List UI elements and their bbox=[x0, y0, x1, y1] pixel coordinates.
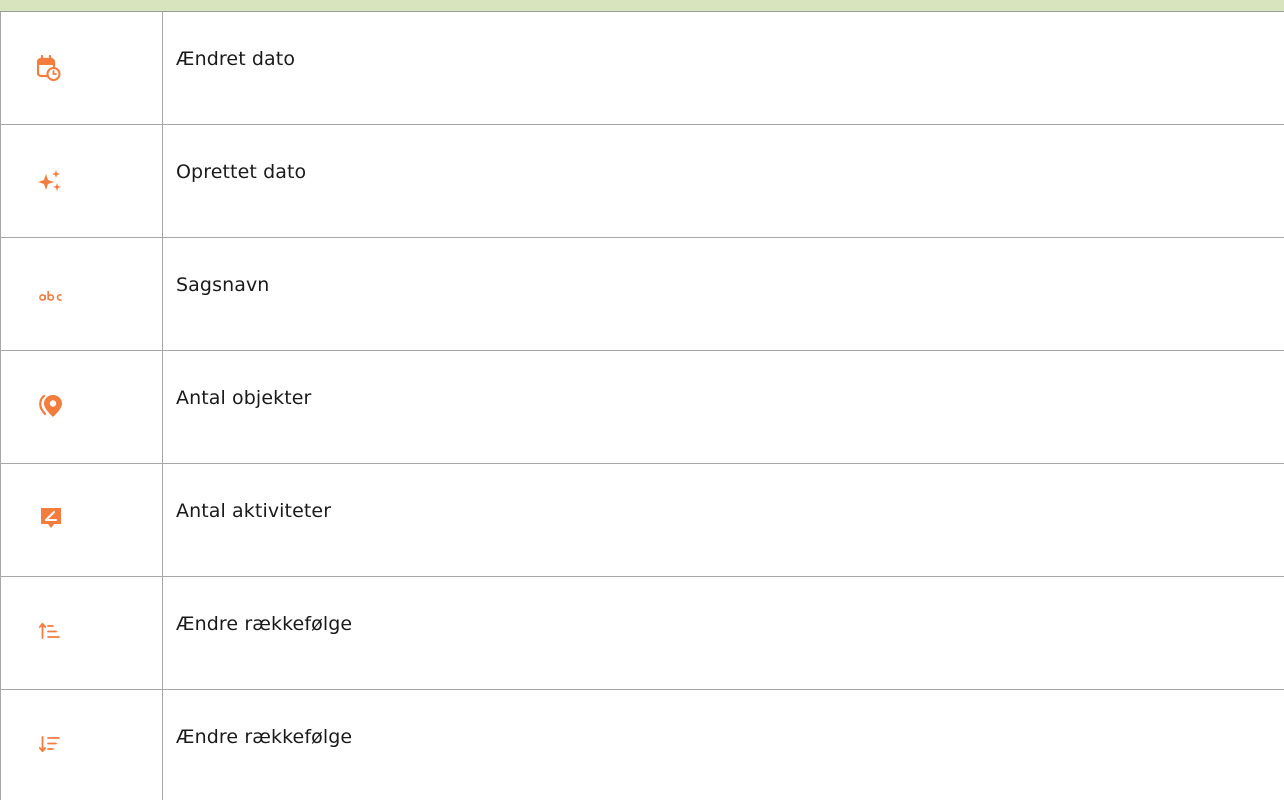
text-abc-icon bbox=[39, 291, 62, 301]
icon-cell bbox=[1, 464, 163, 576]
sort-descending-icon bbox=[39, 736, 60, 753]
message-edit-icon bbox=[41, 508, 61, 528]
map-pin-icon bbox=[39, 394, 62, 417]
table-row: Ændre rækkefølge bbox=[1, 577, 1284, 690]
table-row: Ændre rækkefølge bbox=[1, 690, 1284, 800]
icon-cell bbox=[1, 238, 163, 350]
sparkles-icon bbox=[38, 170, 61, 191]
icon-cell bbox=[1, 125, 163, 237]
table-header-band bbox=[0, 0, 1284, 12]
row-label: Antal aktiviteter bbox=[176, 500, 332, 522]
icon-cell bbox=[1, 351, 163, 463]
table-row: Sagsnavn bbox=[1, 238, 1284, 351]
table-row: Ændret dato bbox=[1, 12, 1284, 125]
table-row: Oprettet dato bbox=[1, 125, 1284, 238]
row-label: Ændre rækkefølge bbox=[176, 726, 353, 748]
row-label: Oprettet dato bbox=[176, 161, 307, 183]
calendar-clock-icon bbox=[37, 55, 61, 81]
table-row: Antal aktiviteter bbox=[1, 464, 1284, 577]
icon-cell bbox=[1, 12, 163, 124]
row-label: Antal objekter bbox=[176, 387, 312, 409]
row-label: Ændre rækkefølge bbox=[176, 613, 353, 635]
sort-ascending-icon bbox=[39, 622, 60, 639]
row-label: Sagsnavn bbox=[176, 274, 270, 296]
icon-cell bbox=[1, 690, 163, 800]
row-label: Ændret dato bbox=[176, 48, 296, 70]
icon-cell bbox=[1, 577, 163, 689]
icon-legend-table: Ændret dato Oprettet dato Sagsnavn Antal… bbox=[0, 12, 1284, 800]
table-row: Antal objekter bbox=[1, 351, 1284, 464]
page: Ændret dato Oprettet dato Sagsnavn Antal… bbox=[0, 0, 1284, 800]
